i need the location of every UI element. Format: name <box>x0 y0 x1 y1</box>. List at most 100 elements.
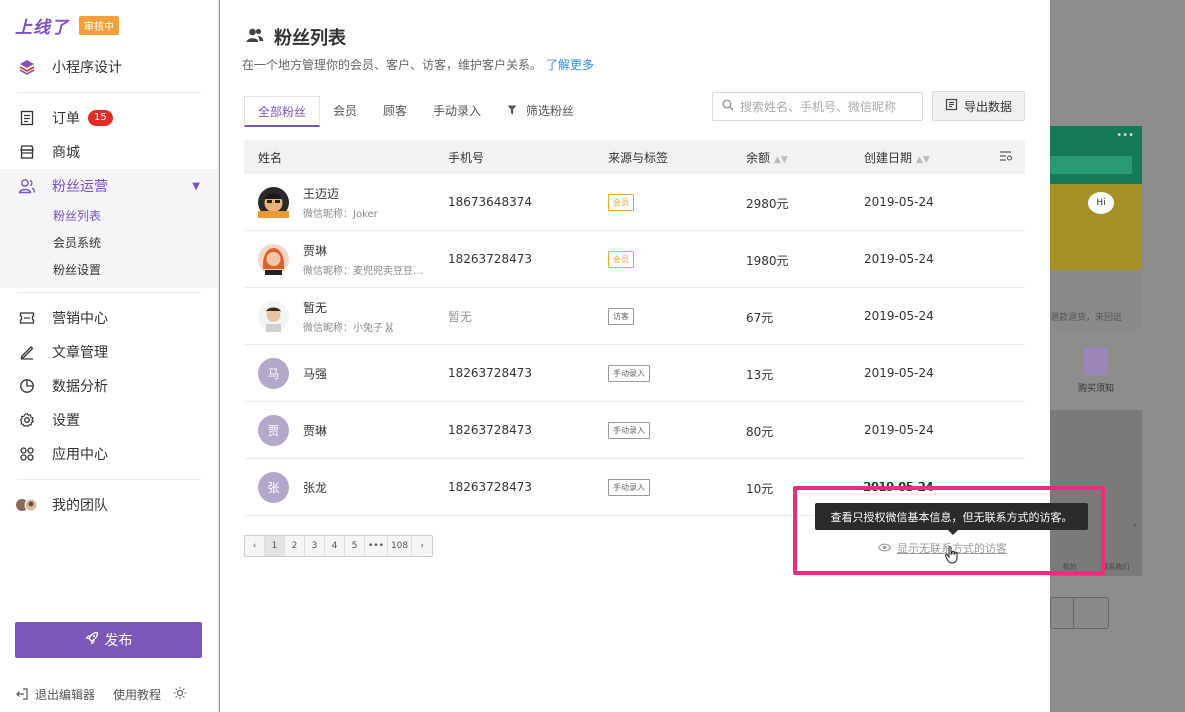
divider <box>17 292 201 293</box>
nav-label: 文章管理 <box>52 345 108 361</box>
publish-label: 发布 <box>104 633 133 649</box>
fan-name: 贾琳 <box>303 423 328 438</box>
exit-editor-link[interactable]: 退出编辑器 <box>15 686 95 703</box>
search-box[interactable] <box>712 92 923 121</box>
search-input[interactable] <box>740 99 920 114</box>
apps-grid-icon <box>18 445 36 463</box>
publish-button[interactable]: 发布 <box>15 622 202 658</box>
subnav-item-membership[interactable]: 会员系统 <box>0 230 218 257</box>
sidebar: 上线了 审核中 小程序设计 订单 15 商城 粉丝运营 ▼ 粉丝列表 会员系统 … <box>0 0 219 712</box>
avatar: 张 <box>258 471 289 503</box>
tab-manual-entry[interactable]: 手动录入 <box>420 96 494 127</box>
page-button[interactable]: 4 <box>325 536 345 556</box>
mobile-preview: ••• Hi 退款退货，来回运 购买须知 我的 联系我们 › <box>1050 0 1185 712</box>
tab-members[interactable]: 会员 <box>320 96 370 127</box>
sidebar-footer: 退出编辑器 使用教程 <box>0 680 219 708</box>
nav-item-team[interactable]: 我的团队 <box>0 488 218 522</box>
avatar <box>258 243 289 275</box>
users-icon <box>18 177 36 195</box>
nav-label: 商城 <box>52 145 80 161</box>
fan-nickname: 微信昵称：麦兜兜卖豆豆… <box>303 265 423 277</box>
tab-all-fans[interactable]: 全部粉丝 <box>244 96 321 127</box>
nav-label: 粉丝运营 <box>52 179 108 195</box>
fans-subnav: 粉丝列表 会员系统 粉丝设置 <box>0 203 218 288</box>
column-settings-icon[interactable] <box>999 150 1013 165</box>
page-button[interactable]: 5 <box>345 536 365 556</box>
page-button[interactable]: 3 <box>305 536 325 556</box>
fan-balance: 1980元 <box>746 254 789 268</box>
fan-nickname: 微信昵称：小兔子🐰 <box>303 322 396 334</box>
nav-item-marketing[interactable]: 营销中心 <box>0 301 218 335</box>
nav-item-fans-ops[interactable]: 粉丝运营 ▼ <box>0 169 218 203</box>
fan-created-date: 2019-05-24 <box>864 252 934 266</box>
nav-item-miniprogram-design[interactable]: 小程序设计 <box>0 50 218 84</box>
table-row[interactable]: 王迈迈 微信昵称：Joker 18673648374 会员 2980元 2019… <box>244 174 1025 231</box>
nav-label: 订单 <box>52 111 80 127</box>
fan-name: 马强 <box>303 366 328 381</box>
gear-icon <box>18 411 36 429</box>
fan-phone: 18263728473 <box>448 252 532 266</box>
tutorial-link[interactable]: 使用教程 <box>113 686 161 703</box>
document-icon <box>1084 346 1108 375</box>
subnav-item-fans-settings[interactable]: 粉丝设置 <box>0 257 218 284</box>
nav-item-analytics[interactable]: 数据分析 <box>0 369 218 403</box>
nav-item-settings[interactable]: 设置 <box>0 403 218 437</box>
fan-name: 暂无 <box>303 300 328 315</box>
logo[interactable]: 上线了 <box>15 13 69 38</box>
nav-item-mall[interactable]: 商城 <box>0 135 218 169</box>
show-no-contact-visitors-toggle[interactable]: 显示无联系方式的访客 <box>877 540 1007 556</box>
page-button[interactable]: 108 <box>388 536 413 556</box>
layers-icon <box>18 58 36 76</box>
divider <box>17 92 201 93</box>
hand-cursor-icon <box>944 546 960 568</box>
avatar: 贾 <box>258 414 289 446</box>
page-ellipsis[interactable]: ••• <box>365 536 388 556</box>
page-button[interactable]: 2 <box>285 536 305 556</box>
table-row[interactable]: 贾琳 微信昵称：麦兜兜卖豆豆… 18263728473 会员 1980元 201… <box>244 231 1025 288</box>
next-page-button[interactable]: › <box>412 536 432 556</box>
table-row[interactable]: 贾 贾琳 18263728473 手动录入 80元 2019-05-24 <box>244 402 1025 459</box>
tab-customers[interactable]: 顾客 <box>370 96 420 127</box>
table-row[interactable]: 马 马强 18263728473 手动录入 13元 2019-05-24 <box>244 345 1025 402</box>
pagination: ‹ 1 2 3 4 5 ••• 108 › <box>244 535 434 557</box>
column-header-phone: 手机号 <box>448 150 485 165</box>
fan-phone: 18263728473 <box>448 366 532 380</box>
fans-tabs: 全部粉丝 会员 顾客 手动录入 筛选粉丝 <box>244 96 587 127</box>
table-row[interactable]: 暂无 微信昵称：小兔子🐰 暂无 访客 67元 2019-05-24 <box>244 288 1025 345</box>
fan-balance: 67元 <box>746 311 774 325</box>
fan-created-date: 2019-05-24 <box>864 423 934 437</box>
page-title-text: 粉丝列表 <box>274 28 346 49</box>
sort-icon[interactable]: ▲▼ <box>774 155 788 165</box>
page-title: 粉丝列表 <box>246 24 346 50</box>
logo-row: 上线了 审核中 <box>0 0 218 50</box>
fan-created-date: 2019-05-24 <box>864 195 934 209</box>
purchase-notice: 购买须知 <box>1050 330 1142 410</box>
nav-item-articles[interactable]: 文章管理 <box>0 335 218 369</box>
sort-icon[interactable]: ▲▼ <box>916 155 930 165</box>
purchase-notice-label: 购买须知 <box>1077 383 1114 394</box>
column-header-balance[interactable]: 余额 ▲▼ <box>732 149 850 166</box>
prev-page-button[interactable]: ‹ <box>245 536 265 556</box>
more-dots-icon: ••• <box>1116 130 1134 141</box>
export-data-button[interactable]: 导出数据 <box>932 91 1025 121</box>
tab-label: 筛选粉丝 <box>525 104 574 118</box>
nav-label: 小程序设计 <box>52 60 122 76</box>
column-header-name: 姓名 <box>258 150 283 165</box>
page-button[interactable]: 1 <box>265 536 285 556</box>
learn-more-link[interactable]: 了解更多 <box>546 58 594 72</box>
export-icon <box>945 98 958 114</box>
nav-item-apps[interactable]: 应用中心 <box>0 437 218 471</box>
team-avatars-icon <box>15 496 39 514</box>
column-header-created[interactable]: 创建日期 ▲▼ <box>850 149 990 166</box>
nav-label: 我的团队 <box>52 498 108 514</box>
ticket-icon <box>18 309 36 327</box>
tab-filter-fans[interactable]: 筛选粉丝 <box>494 96 587 127</box>
theme-sun-icon[interactable] <box>173 686 187 703</box>
exit-label: 退出编辑器 <box>35 687 96 702</box>
column-header-source: 来源与标签 <box>608 150 669 165</box>
subnav-item-fans-list[interactable]: 粉丝列表 <box>0 203 218 230</box>
order-icon <box>18 109 36 127</box>
mobile-device-button[interactable] <box>1073 597 1109 629</box>
nav-item-orders[interactable]: 订单 15 <box>0 101 218 135</box>
desc-text: 在一个地方管理你的会员、客户、访客，维护客户关系。 <box>242 58 543 72</box>
